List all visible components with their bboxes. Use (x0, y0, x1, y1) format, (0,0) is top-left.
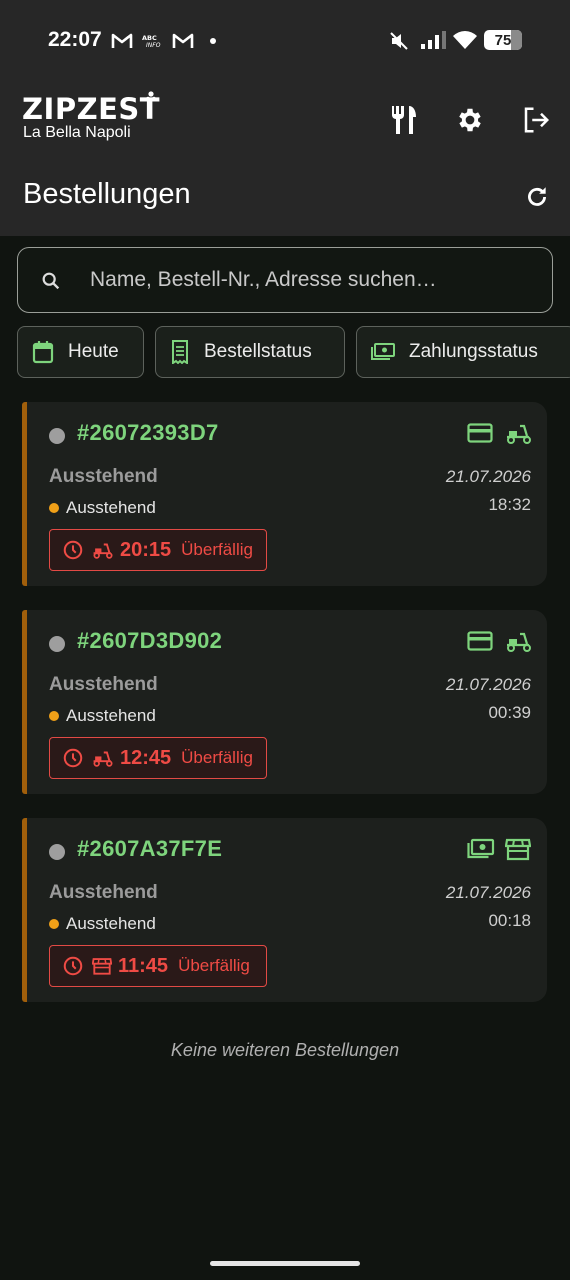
order-id: #2607D3D902 (77, 628, 223, 653)
filter-payment-status-chip[interactable]: Zahlungsstatus (356, 326, 570, 378)
order-state-dot (49, 844, 65, 860)
order-id: #2607A37F7E (77, 836, 223, 861)
refresh-button[interactable] (520, 180, 554, 214)
due-time-badge: 12:45 Überfällig (49, 737, 267, 779)
order-date: 21.07.2026 (445, 883, 531, 902)
logout-icon (524, 107, 550, 133)
filter-chips: Heute Bestellstatus Zahlungsstatus (17, 326, 570, 378)
wifi-icon (453, 31, 477, 49)
cash-icon (467, 838, 495, 859)
logo-sparkle-icon (145, 91, 157, 102)
order-id: #26072393D7 (77, 420, 219, 445)
payment-status: Ausstehend (49, 706, 156, 726)
order-card[interactable]: #26072393D7 Ausstehend Ausstehend 21.07.… (22, 402, 547, 586)
filter-date-label: Heute (68, 341, 119, 362)
clock-icon (63, 956, 83, 976)
filter-order-status-chip[interactable]: Bestellstatus (155, 326, 345, 378)
due-time-badge: 11:45 Überfällig (49, 945, 267, 987)
order-time: 00:39 (488, 703, 531, 722)
gmail-icon (111, 33, 133, 48)
pickup-store-icon (505, 838, 531, 861)
clock-icon (63, 540, 83, 560)
payment-status: Ausstehend (49, 914, 156, 934)
due-time: 12:45 (120, 746, 172, 769)
due-time: 11:45 (118, 954, 169, 977)
order-time: 00:18 (488, 911, 531, 930)
delivery-scooter-icon (507, 424, 531, 444)
pickup-store-icon (92, 958, 112, 975)
restaurant-menu-button[interactable] (382, 98, 426, 142)
order-card[interactable]: #2607D3D902 Ausstehend Ausstehend 21.07.… (22, 610, 547, 794)
restaurant-menu-icon (392, 106, 416, 134)
calendar-icon (32, 341, 54, 364)
filter-date-chip[interactable]: Heute (17, 326, 144, 378)
due-time-badge: 20:15 Überfällig (49, 529, 267, 571)
payment-status-label: Ausstehend (66, 914, 156, 933)
order-status: Ausstehend (49, 674, 158, 695)
gmail-icon (172, 33, 194, 48)
abc-news-icon: ABC INFO (142, 34, 161, 49)
order-status: Ausstehend (49, 882, 158, 903)
logout-button[interactable] (514, 98, 558, 142)
overdue-label: Überfällig (181, 748, 253, 767)
filter-payment-status-label: Zahlungsstatus (409, 341, 538, 362)
order-date: 21.07.2026 (445, 675, 531, 694)
payment-status-label: Ausstehend (66, 498, 156, 517)
overdue-label: Überfällig (181, 540, 253, 559)
delivery-scooter-icon (93, 751, 113, 767)
pending-dot (49, 919, 59, 929)
svg-text:ABC: ABC (142, 34, 157, 42)
order-state-dot (49, 636, 65, 652)
page-title: Bestellungen (23, 178, 191, 210)
app-header: 22:07 ABC INFO 75 ZIPZEST La Bella Napol… (0, 0, 570, 236)
order-time: 18:32 (488, 495, 531, 514)
delivery-scooter-icon (93, 543, 113, 559)
refresh-icon (528, 187, 546, 206)
status-time: 22:07 (48, 28, 102, 51)
mute-icon (390, 32, 408, 50)
home-indicator[interactable] (210, 1261, 360, 1266)
payment-status-label: Ausstehend (66, 706, 156, 725)
settings-icon (459, 108, 481, 132)
order-state-dot (49, 428, 65, 444)
overdue-label: Überfällig (178, 956, 250, 975)
search-input[interactable] (90, 258, 530, 302)
payment-status: Ausstehend (49, 498, 156, 518)
brand-block: ZIPZEST La Bella Napoli (22, 91, 161, 142)
card-icon (467, 423, 493, 443)
order-status: Ausstehend (49, 466, 158, 487)
receipt-icon (172, 340, 188, 364)
battery-level: 75 (494, 31, 512, 49)
order-date: 21.07.2026 (445, 467, 531, 486)
battery-icon: 75 (484, 30, 522, 50)
search-icon (42, 272, 60, 290)
end-of-list-note: Keine weiteren Bestellungen (170, 1040, 400, 1060)
pending-dot (49, 711, 59, 721)
svg-text:INFO: INFO (146, 42, 161, 49)
due-time: 20:15 (120, 538, 172, 561)
delivery-scooter-icon (507, 632, 531, 652)
clock-icon (63, 748, 83, 768)
card-icon (467, 631, 493, 651)
status-bar: 22:07 ABC INFO 75 (0, 0, 570, 82)
signal-icon (421, 31, 446, 49)
settings-button[interactable] (448, 98, 492, 142)
restaurant-name: La Bella Napoli (23, 124, 131, 141)
filter-order-status-label: Bestellstatus (204, 341, 312, 362)
brand-logo: ZIPZEST (22, 92, 161, 126)
cash-icon (371, 343, 395, 360)
order-card[interactable]: #2607A37F7E Ausstehend Ausstehend 21.07.… (22, 818, 547, 1002)
search-field[interactable] (17, 247, 553, 313)
dot-icon (210, 38, 216, 44)
pending-dot (49, 503, 59, 513)
